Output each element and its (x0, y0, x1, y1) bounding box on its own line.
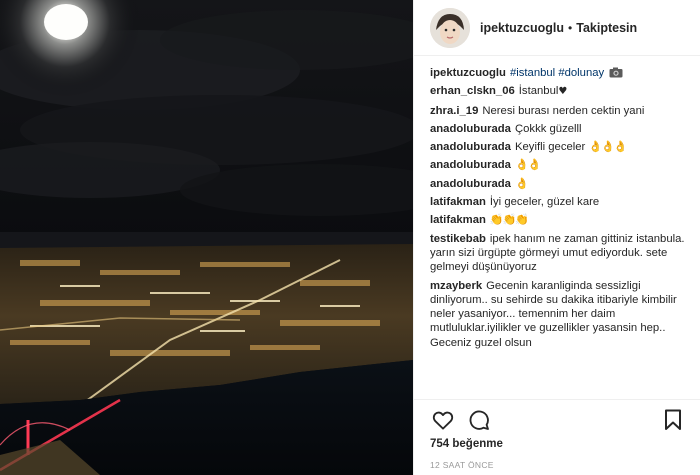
comment: erhan_clskn_06 İstanbul♥ (430, 84, 686, 99)
comment-username[interactable]: zhra.i_19 (430, 105, 478, 117)
save-button[interactable] (660, 407, 686, 433)
comment-text: Neresi burası nerden cektin yani (482, 104, 645, 117)
comment-username[interactable]: latifakman (430, 196, 486, 208)
post-actions: 754 beğenme 12 SAAT ÖNCE (414, 399, 700, 470)
comment: latifakman İyi geceler, güzel kare (430, 195, 686, 209)
comment-text: Keyifli geceler (514, 141, 586, 154)
comment: testikebab ipek hanım ne zaman gittiniz i… (430, 232, 686, 275)
comment: anadoluburada 👌👌 (430, 158, 686, 172)
comment-username[interactable]: anadoluburada (430, 123, 511, 135)
likes-count[interactable]: 754 beğenme (430, 438, 686, 450)
comment-username[interactable]: anadoluburada (430, 159, 511, 171)
comment-username[interactable]: latifakman (430, 214, 486, 226)
caption: ipektuzcuoglu #istanbul #dolunay (430, 66, 686, 80)
hashtag-istanbul[interactable]: #istanbul (510, 67, 555, 79)
avatar-image (430, 7, 470, 48)
comment: anadoluburada Çokkk güzelll (430, 122, 686, 136)
caption-username[interactable]: ipektuzcuoglu (430, 67, 506, 79)
follow-status[interactable]: Takiptesin (576, 21, 637, 35)
comment: anadoluburada 👌 (430, 177, 686, 191)
action-icons (430, 405, 686, 435)
comment-text: İyi geceler, güzel kare (489, 196, 600, 209)
camera-icon (609, 67, 623, 78)
comments-list[interactable]: ipektuzcuoglu #istanbul #dolunay erhan_cl… (414, 60, 700, 398)
comment-text: Çokkk güzelll (514, 122, 582, 135)
heart-emoji: ♥ (558, 86, 568, 98)
post-timestamp[interactable]: 12 SAAT ÖNCE (430, 460, 686, 470)
comment-button[interactable] (466, 407, 492, 433)
comment: mzayberk Gecenin karanliginda sessizligi … (430, 279, 686, 350)
comment-text: İstanbul (518, 85, 559, 98)
post-side-panel: ipektuzcuoglu • Takiptesin ipektuzcuoglu… (413, 0, 700, 475)
header-username[interactable]: ipektuzcuoglu (480, 21, 564, 35)
comment: zhra.i_19 Neresi burası nerden cektin yan… (430, 104, 686, 118)
comment-username[interactable]: mzayberk (430, 280, 482, 292)
ok-hand-emoji: 👌👌👌 (588, 140, 627, 154)
ok-hand-emoji: 👌👌 (514, 158, 541, 172)
comment-username[interactable]: anadoluburada (430, 141, 511, 153)
post-header: ipektuzcuoglu • Takiptesin (414, 0, 700, 56)
avatar[interactable] (430, 7, 470, 48)
like-button[interactable] (430, 407, 456, 433)
heart-icon (432, 411, 454, 430)
comment-icon (469, 410, 489, 430)
comment: anadoluburada Keyifli geceler 👌👌👌 (430, 140, 686, 154)
bookmark-icon (665, 409, 681, 430)
instagram-post: ipektuzcuoglu • Takiptesin ipektuzcuoglu… (0, 0, 700, 475)
clap-emoji: 👏👏👏 (489, 213, 529, 227)
post-photo[interactable] (0, 0, 413, 475)
ok-hand-emoji: 👌 (514, 176, 529, 190)
comment-username[interactable]: testikebab (430, 233, 486, 245)
comment: latifakman 👏👏👏 (430, 213, 686, 227)
header-separator: • (568, 20, 573, 35)
comment-username[interactable]: anadoluburada (430, 178, 511, 190)
comment-username[interactable]: erhan_clskn_06 (430, 85, 515, 97)
night-city-photo (0, 0, 413, 475)
hashtag-dolunay[interactable]: #dolunay (558, 67, 604, 79)
